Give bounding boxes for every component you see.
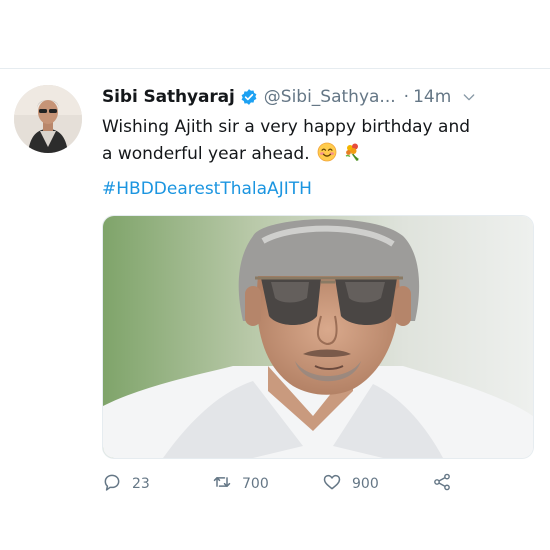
display-name[interactable]: Sibi Sathyaraj	[102, 87, 235, 107]
share-button[interactable]	[432, 472, 452, 496]
reply-icon	[102, 472, 122, 496]
retweet-button[interactable]: 700	[212, 472, 322, 496]
avatar[interactable]	[14, 85, 82, 153]
smiling-face-emoji	[317, 142, 337, 162]
tweet-text-line-2-wrap: a wonderful year ahead.	[102, 141, 542, 168]
hashtag-link[interactable]: #HBDDearestThalaAJITH	[102, 179, 312, 199]
tweet-text-line-2: a wonderful year ahead.	[102, 144, 310, 164]
chevron-down-icon[interactable]	[461, 89, 477, 105]
tweet-card[interactable]: Sibi Sathyaraj @Sibi_Sathya... · 14m Wis…	[0, 69, 550, 550]
tweet-actions-bar: 23 700 900	[102, 469, 542, 499]
reply-count: 23	[132, 476, 150, 492]
share-icon	[432, 472, 452, 496]
handle[interactable]: @Sibi_Sathya...	[264, 87, 396, 107]
like-count: 900	[352, 476, 379, 492]
separator-dot: ·	[403, 87, 410, 107]
like-button[interactable]: 900	[322, 472, 432, 496]
retweet-count: 700	[242, 476, 269, 492]
heart-icon	[322, 472, 342, 496]
verified-badge-icon	[240, 88, 258, 106]
tweet-text: Wishing Ajith sir a very happy birthday …	[102, 114, 542, 168]
retweet-icon	[212, 472, 232, 496]
tweet-media-photo[interactable]	[102, 215, 534, 459]
bouquet-emoji	[344, 142, 364, 162]
reply-button[interactable]: 23	[102, 472, 212, 496]
timestamp[interactable]: 14m	[413, 87, 451, 107]
tweet-header: Sibi Sathyaraj @Sibi_Sathya... · 14m	[102, 84, 540, 110]
tweet-text-line-1: Wishing Ajith sir a very happy birthday …	[102, 117, 471, 137]
